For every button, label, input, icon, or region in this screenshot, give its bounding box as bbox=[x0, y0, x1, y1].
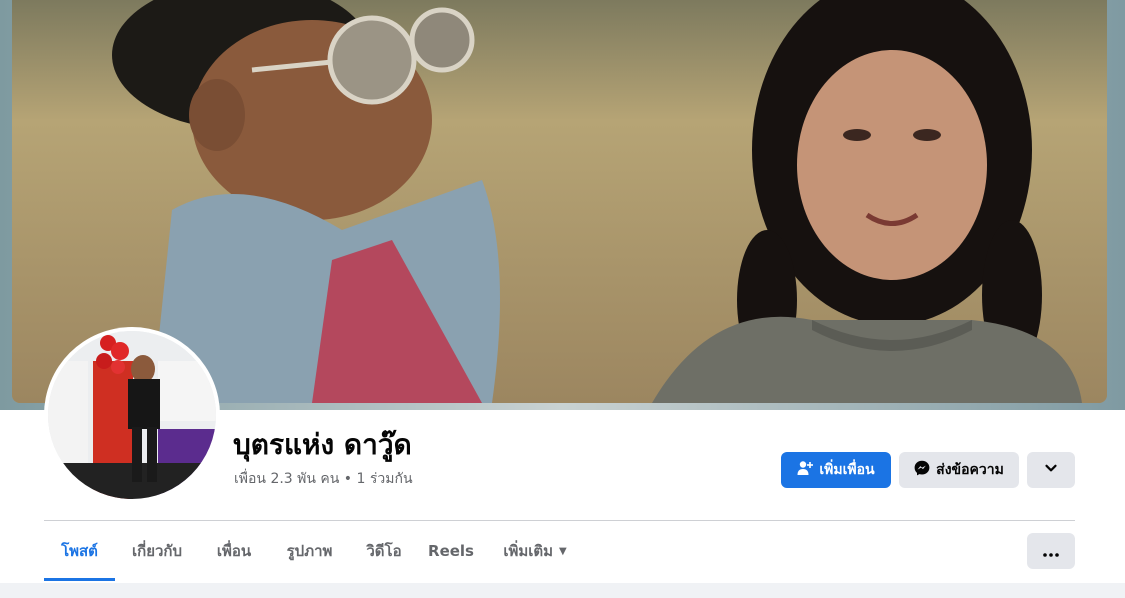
chevron-down-icon bbox=[1044, 461, 1058, 479]
friends-count[interactable]: เพื่อน 2.3 พัน คน • 1 ร่วมกัน bbox=[234, 468, 413, 490]
profile-picture[interactable] bbox=[44, 327, 220, 503]
add-friend-label: เพิ่มเพื่อน bbox=[819, 462, 875, 478]
send-message-label: ส่งข้อความ bbox=[936, 462, 1004, 478]
tab-more[interactable]: เพิ่มเติม ▼ bbox=[490, 521, 580, 581]
messenger-icon bbox=[914, 460, 936, 480]
tab-reels[interactable]: Reels bbox=[422, 521, 480, 581]
add-person-icon bbox=[797, 460, 819, 480]
profile-picture-image bbox=[48, 331, 216, 499]
ellipsis-icon bbox=[1043, 542, 1059, 561]
tab-about[interactable]: เกี่ยวกับ bbox=[122, 521, 192, 581]
add-friend-button[interactable]: เพิ่มเพื่อน bbox=[781, 452, 891, 488]
tab-label: เกี่ยวกับ bbox=[131, 542, 183, 560]
tab-videos[interactable]: วิดีโอ bbox=[355, 521, 413, 581]
tab-label: เพิ่มเติม bbox=[503, 542, 553, 560]
content-area-background bbox=[0, 583, 1125, 598]
tab-label: เพื่อน bbox=[216, 542, 252, 560]
send-message-button[interactable]: ส่งข้อความ bbox=[899, 452, 1019, 488]
tab-posts[interactable]: โพสต์ bbox=[44, 521, 115, 581]
tab-label: วิดีโอ bbox=[366, 542, 402, 560]
tab-label: รูปภาพ bbox=[286, 542, 333, 560]
tab-label: Reels bbox=[428, 542, 474, 560]
caret-down-icon: ▼ bbox=[558, 545, 567, 557]
tab-friends[interactable]: เพื่อน bbox=[204, 521, 264, 581]
tab-label: โพสต์ bbox=[61, 542, 98, 560]
tab-photos[interactable]: รูปภาพ bbox=[272, 521, 347, 581]
profile-options-button[interactable] bbox=[1027, 452, 1075, 488]
profile-name: บุตรแห่ง ดาวู๊ด bbox=[233, 428, 412, 461]
more-options-button[interactable] bbox=[1027, 533, 1075, 569]
